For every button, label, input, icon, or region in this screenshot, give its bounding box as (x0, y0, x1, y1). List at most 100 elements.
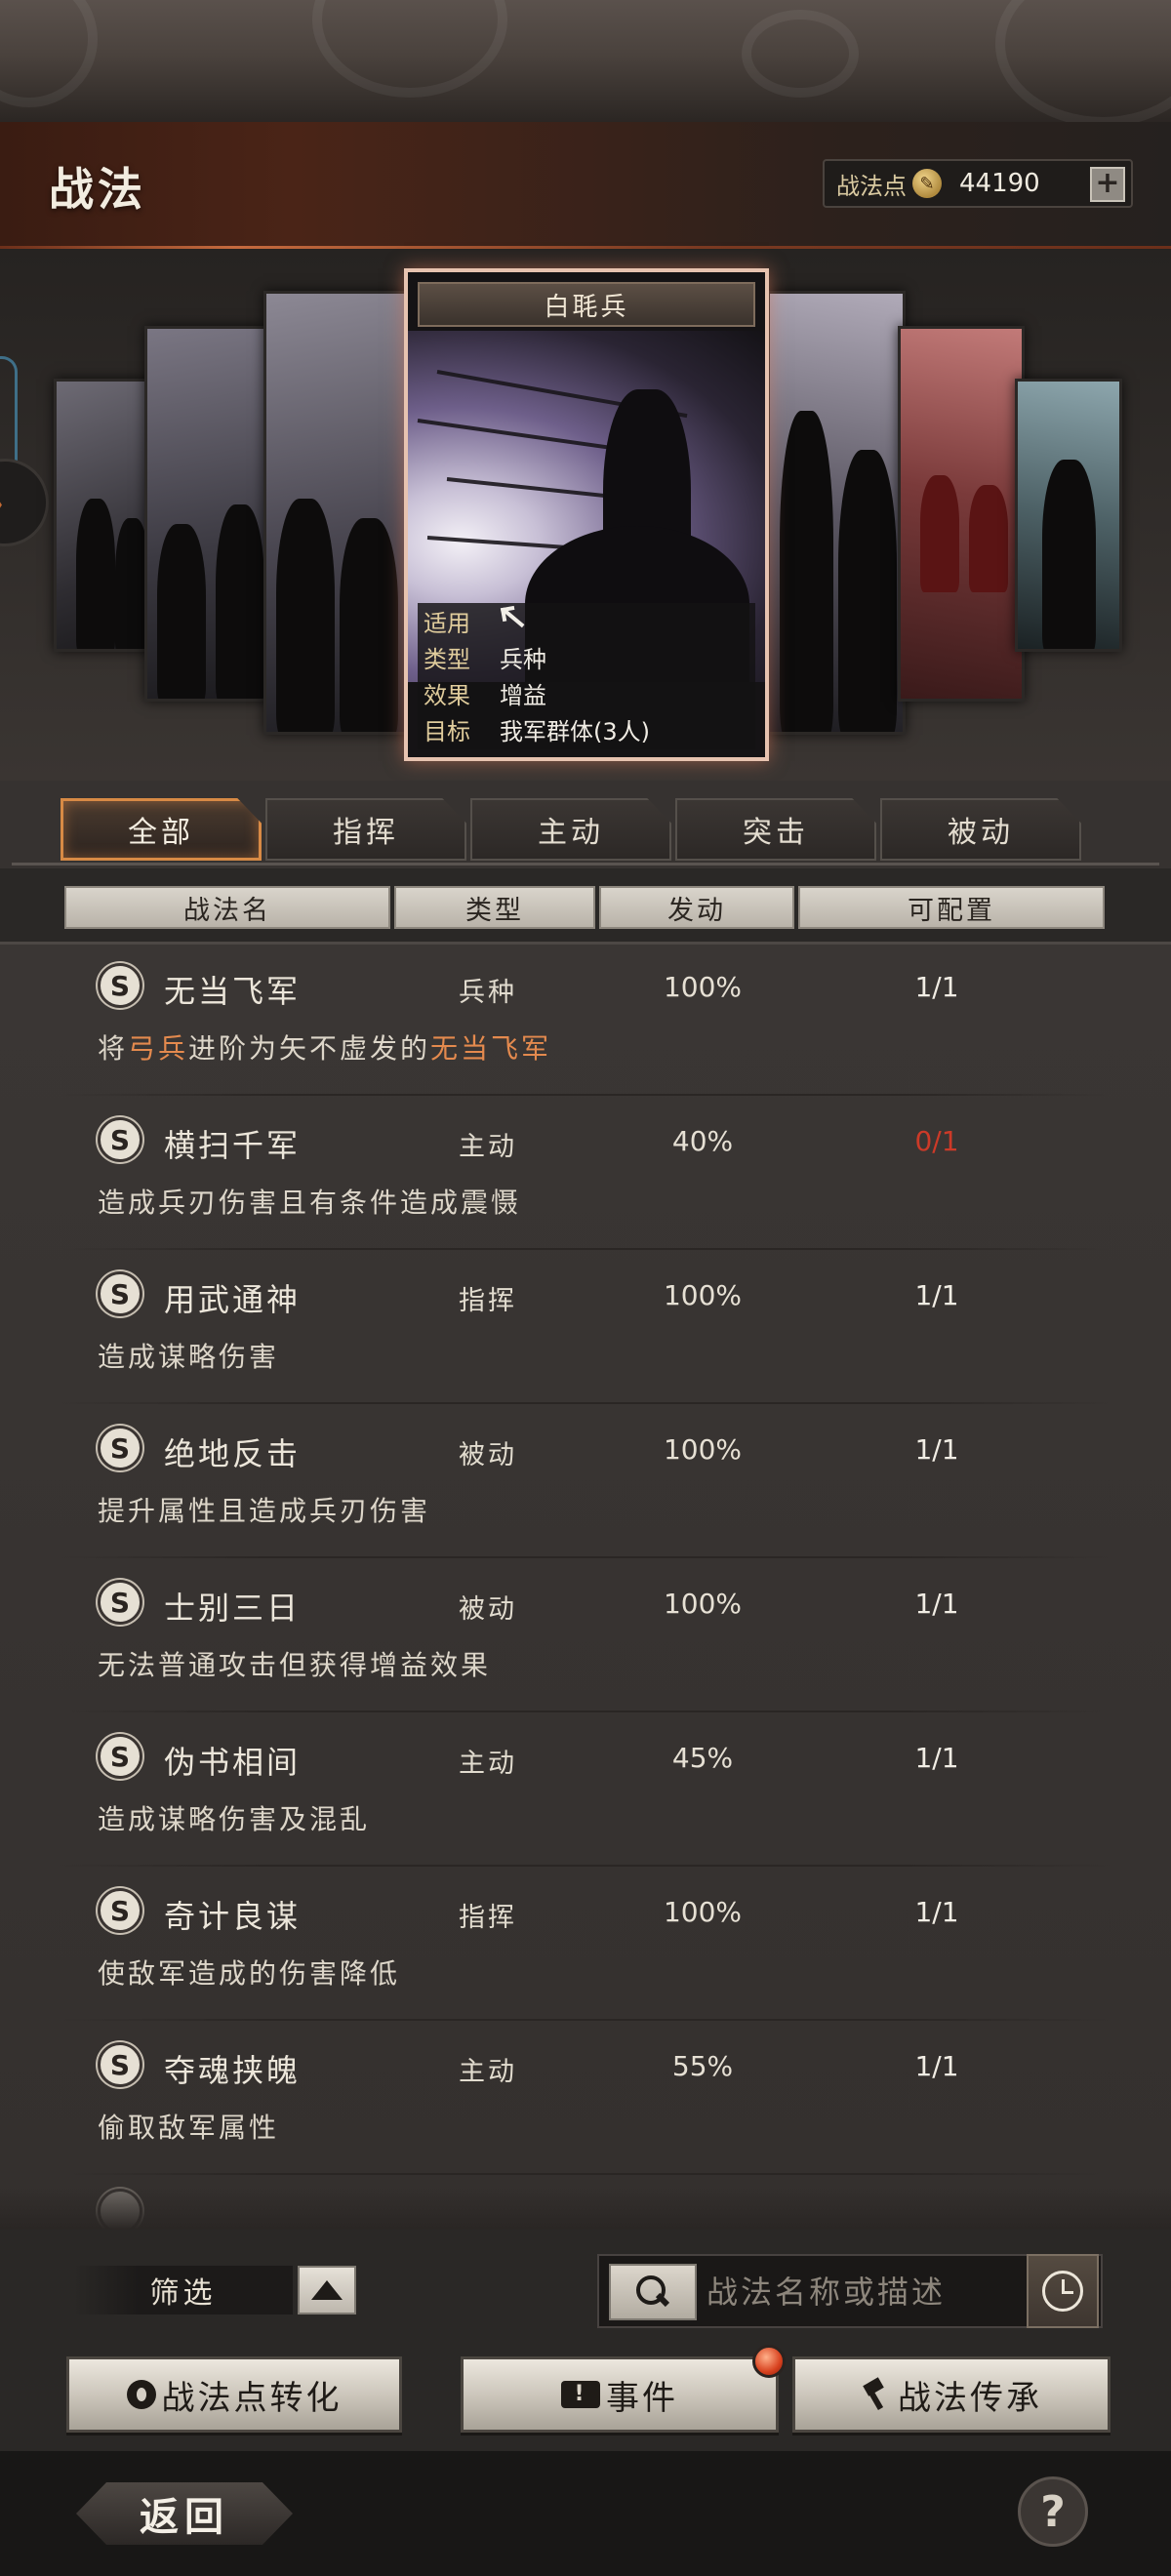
grade-badge: S (98, 963, 142, 1008)
grade-badge: S (98, 1117, 142, 1162)
tactic-description: 提升属性且造成兵刃伤害 (98, 1495, 431, 1527)
info-key: 目标 (424, 718, 470, 745)
tactic-description: 使敌军造成的伤害降低 (98, 1957, 401, 1990)
notification-dot-icon (752, 2345, 786, 2378)
tactic-row[interactable]: S 无当飞军 兵种 100% 1/1 将弓兵进阶为矢不虚发的无当飞军 (0, 942, 1171, 1096)
feather-coin-icon: ✎ (912, 169, 942, 198)
tab-command[interactable]: 指挥 (265, 798, 466, 861)
tactic-row[interactable]: S 伪书相间 主动 45% 1/1 造成谋略伤害及混乱 (0, 1712, 1171, 1867)
grade-badge: S (98, 1888, 142, 1933)
search-input[interactable] (707, 2268, 1029, 2316)
grade-badge: S (98, 2042, 142, 2087)
tactic-rate: 100% (663, 1896, 743, 1928)
tab-assault[interactable]: 突击 (675, 798, 876, 861)
tactic-config: 1/1 (914, 971, 959, 1003)
tactic-inherit-label: 战法传承 (898, 2378, 1042, 2418)
tactic-rate: 100% (663, 971, 743, 1003)
clock-icon (1042, 2271, 1083, 2312)
tactic-row[interactable]: S 横扫千军 主动 40% 0/1 造成兵刃伤害且有条件造成震慑 (0, 1096, 1171, 1250)
search-box (597, 2254, 1103, 2328)
info-key: 效果 (424, 682, 470, 709)
tactic-card[interactable] (1015, 379, 1122, 652)
tactic-description: 无法普通攻击但获得增益效果 (98, 1649, 492, 1681)
tactic-type: 被动 (459, 1440, 517, 1470)
tactic-config: 1/1 (914, 2050, 959, 2082)
hammer-icon (861, 2379, 892, 2410)
tab-all[interactable]: 全部 (61, 798, 262, 861)
tactic-config: 1/1 (914, 1896, 959, 1928)
event-label: 事件 (606, 2378, 678, 2418)
column-header-name[interactable]: 战法名 (64, 886, 390, 929)
drop-icon (126, 2380, 156, 2409)
tactic-type: 指挥 (459, 1286, 517, 1316)
info-value: 增益 (500, 682, 546, 709)
tactic-config: 1/1 (914, 1742, 959, 1774)
history-button[interactable] (1027, 2254, 1099, 2328)
column-header-config[interactable]: 可配置 (798, 886, 1105, 929)
tactic-rate: 45% (671, 1742, 734, 1774)
tactic-description: 造成兵刃伤害且有条件造成震慑 (98, 1187, 522, 1219)
grade-badge: S (98, 1734, 142, 1779)
top-decor-band (0, 0, 1171, 122)
tactic-points-value: 44190 (959, 169, 1040, 198)
filter-toggle-button[interactable] (298, 2266, 356, 2314)
tactic-rate: 40% (671, 1125, 734, 1157)
tactic-card[interactable] (263, 291, 410, 735)
tactic-config: 1/1 (914, 1433, 959, 1466)
info-value: 兵种 (500, 646, 546, 673)
tactic-card[interactable] (144, 326, 271, 702)
tactic-name: 奇计良谋 (164, 1898, 302, 1935)
tactic-name: 绝地反击 (164, 1435, 302, 1472)
tactic-description: 造成谋略伤害及混乱 (98, 1803, 371, 1835)
tactic-config: 0/1 (914, 1125, 959, 1157)
tactic-type: 被动 (459, 1594, 517, 1625)
event-icon: ! (561, 2381, 600, 2408)
grade-badge: S (98, 1271, 142, 1316)
selected-tactic-card[interactable]: 白毦兵 适用 类型 兵种 效果 增益 目标 我军群体(3人) (404, 268, 769, 761)
tab-passive[interactable]: 被动 (880, 798, 1081, 861)
tactic-card[interactable] (898, 326, 1025, 702)
tactic-row[interactable]: S 夺魂挟魄 主动 55% 1/1 偷取敌军属性 (0, 2021, 1171, 2175)
tactic-points-panel: 战法点 ✎ 44190 + (823, 159, 1133, 208)
tactic-name: 夺魂挟魄 (164, 2052, 302, 2089)
tactic-row[interactable]: S 用武通神 指挥 100% 1/1 造成谋略伤害 (0, 1250, 1171, 1404)
tactic-row[interactable]: S 士别三日 被动 100% 1/1 无法普通攻击但获得增益效果 (0, 1558, 1171, 1712)
tactic-rate: 55% (671, 2050, 734, 2082)
tactic-name: 无当飞军 (164, 973, 302, 1010)
column-header-rate[interactable]: 发动 (599, 886, 794, 929)
tactic-type: 指挥 (459, 1903, 517, 1933)
search-icon (636, 2275, 669, 2309)
add-points-button[interactable]: + (1090, 167, 1125, 202)
tactic-row[interactable]: S 绝地反击 被动 100% 1/1 提升属性且造成兵刃伤害 (0, 1404, 1171, 1558)
tab-active[interactable]: 主动 (470, 798, 671, 861)
tactic-rate: 100% (663, 1588, 743, 1620)
list-fade (0, 2186, 1171, 2230)
tactic-description: 偷取敌军属性 (98, 2112, 280, 2144)
search-button[interactable] (609, 2264, 697, 2320)
tactic-description: 造成谋略伤害 (98, 1341, 280, 1373)
back-button[interactable]: 返回 (76, 2482, 293, 2545)
tactic-type: 主动 (459, 2057, 517, 2087)
info-value: 我军群体(3人) (500, 718, 650, 745)
grade-badge: S (98, 1580, 142, 1625)
tab-divider (12, 863, 1159, 865)
bow-icon (500, 605, 527, 632)
filter-label[interactable]: 筛选 (73, 2266, 293, 2314)
triangle-up-icon (311, 2280, 343, 2300)
grade-badge: S (98, 1426, 142, 1470)
help-button[interactable]: ? (1018, 2476, 1088, 2547)
tactic-type: 兵种 (459, 978, 517, 1008)
info-key: 类型 (424, 646, 470, 673)
tactic-config: 1/1 (914, 1588, 959, 1620)
convert-points-button[interactable]: 战法点转化 (66, 2356, 402, 2433)
tactic-inherit-button[interactable]: 战法传承 (792, 2356, 1110, 2433)
selected-tactic-info: 适用 类型 兵种 效果 增益 目标 我军群体(3人) (418, 603, 755, 749)
column-header-type[interactable]: 类型 (394, 886, 595, 929)
tactic-row[interactable]: S 奇计良谋 指挥 100% 1/1 使敌军造成的伤害降低 (0, 1867, 1171, 2021)
tactic-type: 主动 (459, 1132, 517, 1162)
tactic-card[interactable] (767, 291, 906, 735)
event-button[interactable]: ! 事件 (461, 2356, 779, 2433)
tactic-rate: 100% (663, 1279, 743, 1311)
tactic-list[interactable]: S 无当飞军 兵种 100% 1/1 将弓兵进阶为矢不虚发的无当飞军 S 横扫千… (0, 942, 1171, 2230)
tactic-name: 士别三日 (164, 1590, 302, 1627)
